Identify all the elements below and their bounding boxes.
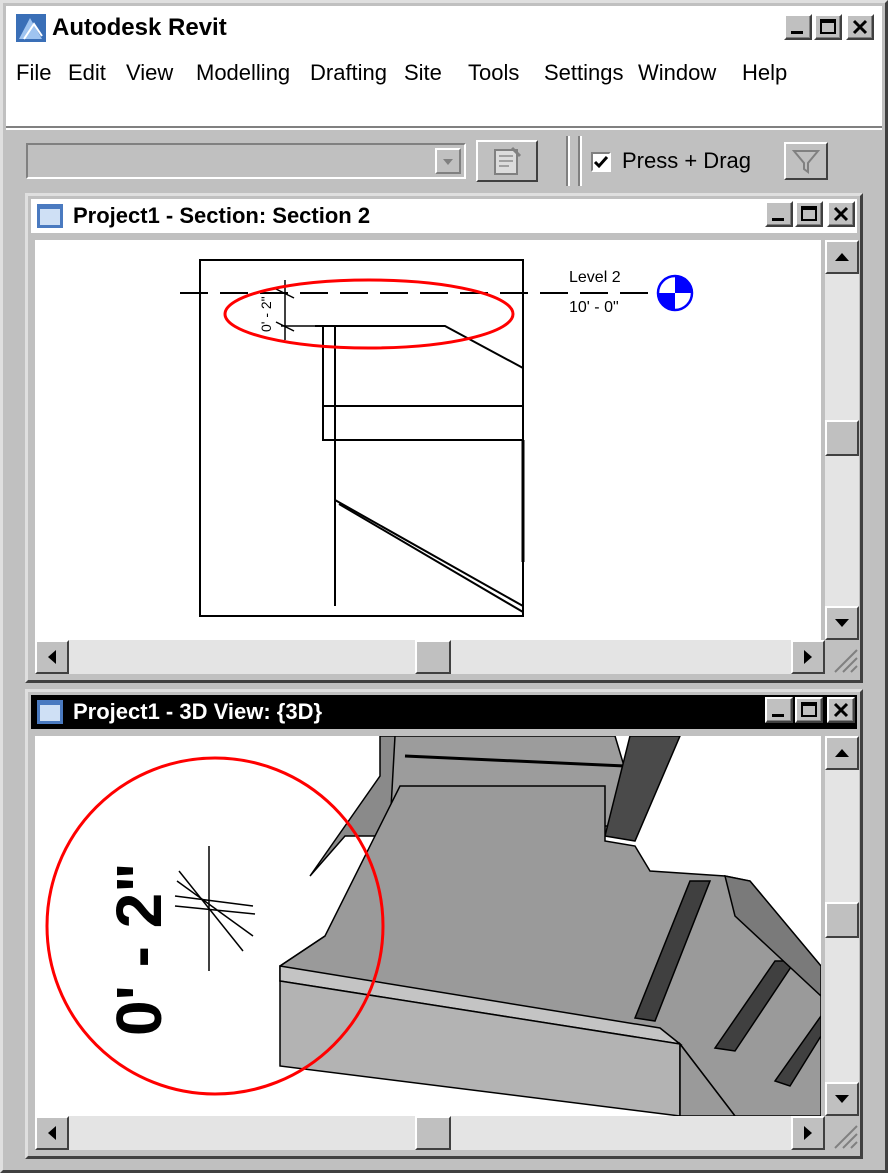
section-view-canvas[interactable]: 0' - 2" Level 2 10' - 0" <box>35 240 821 640</box>
menu-window[interactable]: Window <box>638 60 716 86</box>
section-horizontal-scrollbar[interactable] <box>35 640 825 674</box>
resize-grip-icon[interactable] <box>825 1116 859 1150</box>
menu-edit[interactable]: Edit <box>68 60 106 86</box>
toolbar-separator <box>578 136 582 186</box>
section-drawing: 0' - 2" Level 2 10' - 0" <box>180 259 694 617</box>
scroll-thumb[interactable] <box>825 902 859 938</box>
3d-minimize-button[interactable] <box>765 697 793 723</box>
3d-view-title: Project1 - 3D View: {3D} <box>73 699 323 724</box>
check-icon <box>593 156 609 169</box>
menu-tools[interactable]: Tools <box>468 60 519 86</box>
3d-view-title-bar: Project1 - 3D View: {3D} <box>31 695 857 729</box>
section-view-window: Project1 - Section: Section 2 0' - 2" Le… <box>25 193 863 683</box>
3d-vertical-scrollbar[interactable] <box>825 736 859 1116</box>
3d-dimension-text: 0' - 2" <box>103 862 175 1036</box>
scroll-right-button[interactable] <box>791 1116 825 1150</box>
maximize-icon <box>820 19 836 34</box>
scroll-up-button[interactable] <box>825 736 859 770</box>
scroll-left-button[interactable] <box>35 1116 69 1150</box>
scroll-thumb[interactable] <box>415 640 451 674</box>
minimize-button[interactable] <box>784 14 812 40</box>
scroll-up-button[interactable] <box>825 240 859 274</box>
filter-button[interactable] <box>784 142 828 180</box>
section-view-title: Project1 - Section: Section 2 <box>73 203 371 228</box>
app-title: Autodesk Revit <box>52 14 227 41</box>
minimize-icon <box>791 31 803 34</box>
3d-maximize-button[interactable] <box>795 697 823 723</box>
close-icon <box>833 702 849 718</box>
level-head-icon[interactable] <box>656 274 694 312</box>
scroll-down-button[interactable] <box>825 1082 859 1116</box>
toolbar-separator <box>566 136 570 186</box>
3d-view-window: Project1 - 3D View: {3D} 0' - 2" <box>25 689 863 1159</box>
minimize-icon <box>772 218 784 221</box>
menu-view[interactable]: View <box>126 60 173 86</box>
crop-region <box>199 259 524 617</box>
maximize-icon <box>801 702 817 717</box>
press-drag-label: Press + Drag <box>622 148 751 173</box>
revit-logo-icon <box>16 14 46 42</box>
scroll-left-button[interactable] <box>35 640 69 674</box>
section-vertical-scrollbar[interactable] <box>825 240 859 640</box>
menu-bar: File Edit View Modelling Drafting Site T… <box>6 50 882 128</box>
arrow-up-icon <box>835 253 849 261</box>
close-icon <box>852 19 868 35</box>
chevron-down-icon <box>443 159 453 165</box>
toolbar: Press + Drag <box>6 128 882 190</box>
close-icon <box>833 206 849 222</box>
type-selector-dropdown[interactable] <box>26 143 466 179</box>
menu-settings[interactable]: Settings <box>544 60 624 86</box>
level-name: Level 2 <box>569 269 621 286</box>
section-maximize-button[interactable] <box>795 201 823 227</box>
view-window-icon <box>37 204 63 228</box>
arrow-right-icon <box>804 1126 812 1140</box>
menu-drafting[interactable]: Drafting <box>310 60 387 86</box>
press-drag-checkbox[interactable] <box>591 152 611 172</box>
close-button[interactable] <box>846 14 874 40</box>
arrow-left-icon <box>48 1126 56 1140</box>
section-minimize-button[interactable] <box>765 201 793 227</box>
properties-icon <box>494 146 522 175</box>
3d-close-button[interactable] <box>827 697 855 723</box>
properties-button[interactable] <box>476 140 538 182</box>
section-view-title-bar: Project1 - Section: Section 2 <box>31 199 857 233</box>
maximize-icon <box>801 206 817 221</box>
main-title-bar: Autodesk Revit <box>6 6 882 50</box>
view-window-icon <box>37 700 63 724</box>
menu-modelling[interactable]: Modelling <box>196 60 290 86</box>
arrow-left-icon <box>48 650 56 664</box>
menu-file[interactable]: File <box>16 60 51 86</box>
section-close-button[interactable] <box>827 201 855 227</box>
arrow-down-icon <box>835 619 849 627</box>
scroll-right-button[interactable] <box>791 640 825 674</box>
3d-horizontal-scrollbar[interactable] <box>35 1116 825 1150</box>
scroll-thumb[interactable] <box>415 1116 451 1150</box>
menu-site[interactable]: Site <box>404 60 442 86</box>
maximize-button[interactable] <box>814 14 842 40</box>
arrow-right-icon <box>804 650 812 664</box>
3d-stair-drawing: 0' - 2" <box>45 736 821 1116</box>
3d-view-canvas[interactable]: 0' - 2" <box>35 736 821 1116</box>
filter-icon <box>791 150 821 174</box>
menu-help[interactable]: Help <box>742 60 787 86</box>
scroll-thumb[interactable] <box>825 420 859 456</box>
arrow-down-icon <box>835 1095 849 1103</box>
arrow-up-icon <box>835 749 849 757</box>
resize-grip-icon[interactable] <box>825 640 859 674</box>
dropdown-arrow-button[interactable] <box>435 148 461 174</box>
scroll-down-button[interactable] <box>825 606 859 640</box>
section-dimension-text: 0' - 2" <box>258 296 274 332</box>
minimize-icon <box>772 714 784 717</box>
level-elevation: 10' - 0" <box>569 299 619 316</box>
revit-main-window: Autodesk Revit File Edit View Modelling … <box>0 0 888 1173</box>
